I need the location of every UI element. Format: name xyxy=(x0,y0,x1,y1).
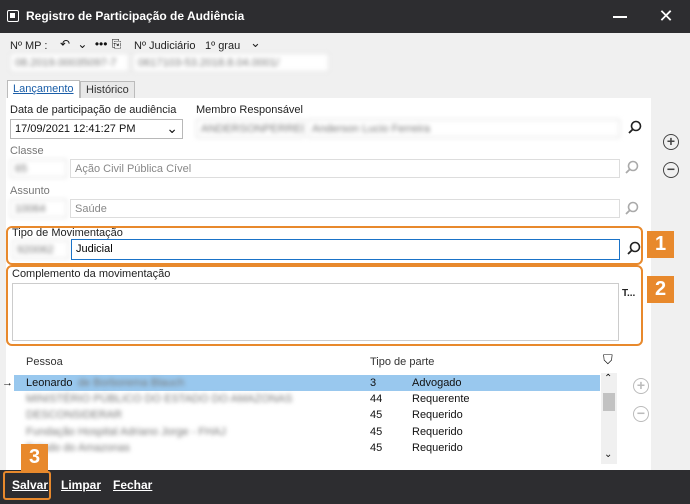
data-participacao-value: 17/09/2021 12:41:27 PM xyxy=(15,123,136,135)
add-circle-icon[interactable]: + xyxy=(663,134,679,150)
annotation-badge-2: 2 xyxy=(647,276,674,303)
classe-label: Classe xyxy=(10,145,44,157)
tipo-parte-cell: Requerido xyxy=(412,426,463,438)
grid-add-icon: + xyxy=(633,378,649,394)
grid-header-pessoa[interactable]: Pessoa xyxy=(26,356,63,368)
fechar-button[interactable]: Fechar xyxy=(113,478,152,492)
more-icon[interactable]: ••• xyxy=(95,37,108,51)
close-button[interactable]: ✕ xyxy=(656,6,676,26)
dialog-window: Registro de Participação de Audiência ✕ … xyxy=(0,0,690,504)
app-icon xyxy=(7,10,19,22)
scroll-down-icon[interactable]: ⌄ xyxy=(604,449,612,460)
judiciario-label: Nº Judiciário xyxy=(134,40,196,52)
membro-search-icon[interactable] xyxy=(626,119,644,137)
tipo-parte-cell: Requerido xyxy=(412,409,463,421)
complemento-textarea[interactable] xyxy=(12,283,619,341)
title-bar: Registro de Participação de Audiência ✕ xyxy=(0,0,690,33)
tipo-movimentacao-input[interactable]: Judicial xyxy=(71,239,620,260)
tipo-code-field[interactable]: 920062 xyxy=(12,240,69,259)
remove-circle-icon[interactable]: − xyxy=(663,162,679,178)
grau-label: 1º grau xyxy=(205,40,241,52)
undo-icon[interactable]: ↶ xyxy=(60,37,70,51)
row-pointer-icon: → xyxy=(2,377,13,389)
annotation-badge-1: 1 xyxy=(647,231,674,258)
tipo-code-cell: 45 xyxy=(370,426,383,438)
data-participacao-label: Data de participação de audiência xyxy=(10,104,177,116)
grid-remove-icon: − xyxy=(633,406,649,422)
tipo-parte-cell: Requerente xyxy=(412,393,470,405)
filter-icon[interactable]: ⛉ xyxy=(603,352,613,368)
scroll-up-icon[interactable]: ⌃ xyxy=(604,373,612,384)
assunto-code-field: 10064 xyxy=(10,199,67,218)
pessoa-cell-blurred: de Borborema Blauch xyxy=(78,377,185,389)
salvar-button[interactable]: Salvar xyxy=(12,478,48,492)
table-row[interactable]: DESCONSIDERAR 45 Requerido xyxy=(14,407,600,423)
complemento-label: Complemento da movimentação xyxy=(12,268,171,280)
mp-label: Nº MP : xyxy=(10,40,48,52)
membro-code-field[interactable]: ANDERSONPERRER xyxy=(196,119,304,138)
grau-dropdown-icon[interactable]: ⌄ xyxy=(250,35,261,51)
table-row[interactable]: Fundação Hospital Adriano Jorge - FHAJ 4… xyxy=(14,424,600,440)
tab-lancamento[interactable]: Lançamento xyxy=(7,80,80,99)
window-title: Registro de Participação de Audiência xyxy=(26,9,245,23)
mp-number-field[interactable]: 08.2019.00035097-7 xyxy=(10,53,129,72)
footer-bar xyxy=(0,470,690,504)
table-row[interactable]: MINISTÉRIO PÚBLICO DO ESTADO DO AMAZONAS… xyxy=(14,391,600,407)
grid-scrollbar[interactable]: ⌃ ⌄ xyxy=(601,373,617,464)
limpar-button[interactable]: Limpar xyxy=(61,478,101,492)
tipo-movimentacao-label: Tipo de Movimentação xyxy=(12,227,123,239)
assunto-value-field: Saúde xyxy=(70,199,620,218)
membro-name-field[interactable]: Anderson Lucio Ferreira xyxy=(307,119,620,138)
data-participacao-picker[interactable]: 17/09/2021 12:41:27 PM ⌄ xyxy=(10,119,183,139)
tipo-parte-cell: Requerido xyxy=(412,442,463,454)
grid-header-tipo-parte[interactable]: Tipo de parte xyxy=(370,356,434,368)
classe-value-field: Ação Civil Pública Cível xyxy=(70,159,620,178)
tipo-code-cell: 3 xyxy=(370,377,377,389)
pessoa-cell-blurred: MINISTÉRIO PÚBLICO DO ESTADO DO AMAZONAS xyxy=(26,393,293,405)
mp-toolbar: ↶ ⌄ ••• ⎘ xyxy=(60,37,126,51)
tipo-code-cell: 45 xyxy=(370,442,383,454)
annotation-badge-3: 3 xyxy=(21,444,48,471)
classe-search-icon xyxy=(623,159,641,177)
copy-icon[interactable]: ⎘ xyxy=(112,37,122,51)
table-row[interactable]: Estado do Amazonas 45 Requerido xyxy=(14,440,600,456)
tipo-parte-cell: Advogado xyxy=(412,377,462,389)
membro-label: Membro Responsável xyxy=(196,104,303,116)
judiciario-number-field[interactable]: 0617103-53.2018.8.04.0001/ xyxy=(133,53,329,72)
classe-code-field: 65 xyxy=(10,159,67,178)
pessoa-cell-blurred: DESCONSIDERAR xyxy=(26,409,122,421)
tipo-search-icon[interactable] xyxy=(625,240,643,258)
tipo-code-cell: 44 xyxy=(370,393,383,405)
tipo-code-cell: 45 xyxy=(370,409,383,421)
table-row[interactable]: → Leonardo de Borborema Blauch 3 Advogad… xyxy=(2,375,600,391)
assunto-search-icon xyxy=(623,200,641,218)
chevron-down-icon[interactable]: ⌄ xyxy=(166,120,178,137)
scroll-thumb[interactable] xyxy=(603,393,615,411)
chevron-down-icon[interactable]: ⌄ xyxy=(77,37,87,51)
pessoa-cell: Leonardo xyxy=(26,377,73,389)
pessoa-cell-blurred: Fundação Hospital Adriano Jorge - FHAJ xyxy=(26,426,226,438)
complemento-text-button[interactable]: T... xyxy=(622,288,635,299)
assunto-label: Assunto xyxy=(10,185,50,197)
minimize-button[interactable] xyxy=(612,8,628,24)
